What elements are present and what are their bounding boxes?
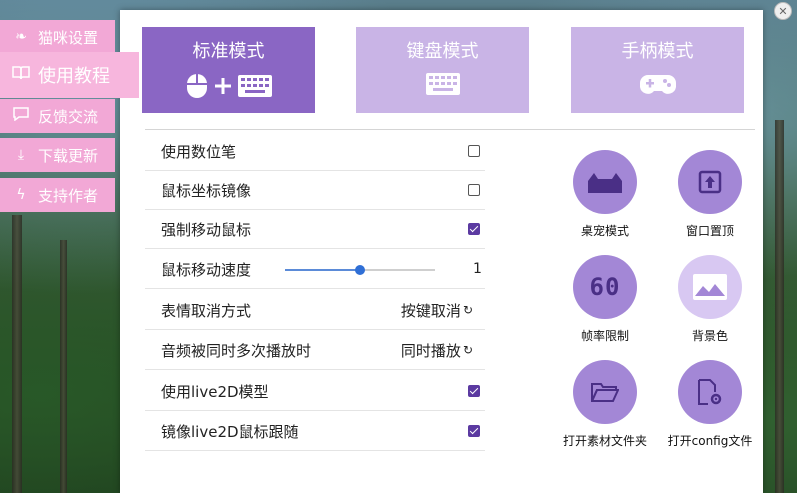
mouse-speed-slider[interactable] [285,265,435,275]
fps-limit-circle: 60 [573,255,637,319]
sidebar-item-support[interactable]: ϟ 支持作者 [0,178,115,212]
book-icon [12,66,30,84]
setting-emote-cancel: 表情取消方式 按键取消 ↻ [145,291,485,330]
slider-fill [285,269,360,271]
open-assets-button[interactable]: 打开素材文件夹 [550,360,660,449]
bg-color-circle [678,255,742,319]
setting-label: 使用数位笔 [161,142,237,161]
tree-trunk [60,240,67,493]
bg-color-button[interactable]: 背景色 [655,255,765,344]
close-icon: ✕ [778,4,788,18]
setting-force-move: 强制移动鼠标 [145,210,485,249]
mode-tab-gamepad[interactable]: 手柄模式 [571,27,744,113]
plug-icon: ϟ [16,187,26,203]
cycle-icon: ↻ [462,343,473,357]
setting-label: 镜像live2D鼠标跟随 [161,422,299,441]
setting-mouse-speed: 鼠标移动速度 1 [145,250,485,289]
divider [145,129,755,130]
gamepad-icon [639,73,676,95]
open-config-button[interactable]: 打开config文件 [655,360,765,449]
chat-icon [12,107,30,125]
force-move-checkbox[interactable] [468,223,480,235]
open-assets-circle [573,360,637,424]
emote-cancel-selector[interactable]: 按键取消 ↻ [401,300,473,321]
sidebar-item-label: 反馈交流 [38,107,99,126]
fps-limit-button[interactable]: 60 帧率限制 [550,255,660,344]
setting-label: 鼠标移动速度 [161,260,252,279]
emote-cancel-value: 按键取消 [400,301,461,320]
mode-tab-standard[interactable]: 标准模式 [142,27,315,113]
download-icon: ⤓ [17,147,25,163]
mirror-mouse-checkbox[interactable] [468,184,480,196]
close-button[interactable]: ✕ [774,2,792,20]
window-top-button[interactable]: 窗口置顶 [655,150,765,239]
tree-trunk [775,120,784,493]
keyboard-icon [425,73,460,95]
sidebar-item-feedback[interactable]: 反馈交流 [0,99,115,133]
setting-mirror-mouse: 鼠标坐标镜像 [145,171,485,210]
sidebar-item-label: 使用教程 [38,66,110,87]
settings-panel: 标准模式 键盘模式 手柄模式 使用数位笔 鼠标坐标镜像 强制移动鼠标 鼠标移动速… [120,10,763,493]
pet-mode-button[interactable]: 桌宠模式 [550,150,660,239]
mirror-live2d-checkbox[interactable] [468,425,480,437]
bg-color-label: 背景色 [691,329,728,343]
setting-label: 音频被同时多次播放时 [161,341,312,360]
paw-icon: ❧ [15,29,27,45]
setting-mirror-live2d: 镜像live2D鼠标跟随 [145,412,485,451]
setting-use-pen: 使用数位笔 [145,132,485,171]
pet-mode-label: 桌宠模式 [580,224,629,238]
mouse-keyboard-icon [186,73,272,99]
open-config-label: 打开config文件 [667,434,753,448]
sidebar-item-tutorial[interactable]: 使用教程 [0,52,139,98]
cat-silhouette-icon [588,173,622,193]
sidebar-item-download[interactable]: ⤓ 下载更新 [0,138,115,172]
use-pen-checkbox[interactable] [468,145,480,157]
mode-tab-label: 标准模式 [192,41,265,62]
open-assets-label: 打开素材文件夹 [562,434,647,448]
setting-label: 强制移动鼠标 [161,220,252,239]
sidebar-item-label: 下载更新 [38,146,99,165]
setting-label: 鼠标坐标镜像 [161,181,252,200]
pin-top-icon [698,170,722,194]
window-top-label: 窗口置顶 [685,224,734,238]
landscape-image-icon [693,274,727,300]
mode-tab-label: 手柄模式 [621,41,694,62]
sidebar-item-cat-settings[interactable]: ❧ 猫咪设置 [0,20,115,54]
setting-label: 表情取消方式 [161,301,252,320]
open-config-circle [678,360,742,424]
tree-trunk [12,215,22,493]
mouse-speed-value[interactable]: 1 [473,261,482,277]
mode-tab-label: 键盘模式 [406,41,479,62]
audio-multi-selector[interactable]: 同时播放 ↻ [401,340,473,361]
file-settings-icon [698,379,722,405]
folder-open-icon [591,383,619,402]
mode-tab-keyboard[interactable]: 键盘模式 [356,27,529,113]
setting-use-live2d: 使用live2D模型 [145,372,485,411]
sidebar-item-label: 支持作者 [38,186,99,205]
sidebar-item-label: 猫咪设置 [38,28,99,47]
window-top-circle [678,150,742,214]
cycle-icon: ↻ [462,303,473,317]
setting-audio-multi: 音频被同时多次播放时 同时播放 ↻ [145,331,485,370]
slider-handle[interactable] [355,265,365,275]
pet-mode-circle [573,150,637,214]
fps-limit-label: 帧率限制 [580,329,629,343]
use-live2d-checkbox[interactable] [468,385,480,397]
setting-label: 使用live2D模型 [161,382,269,401]
audio-multi-value: 同时播放 [400,341,461,360]
fps-60-icon: 60 [589,273,621,301]
